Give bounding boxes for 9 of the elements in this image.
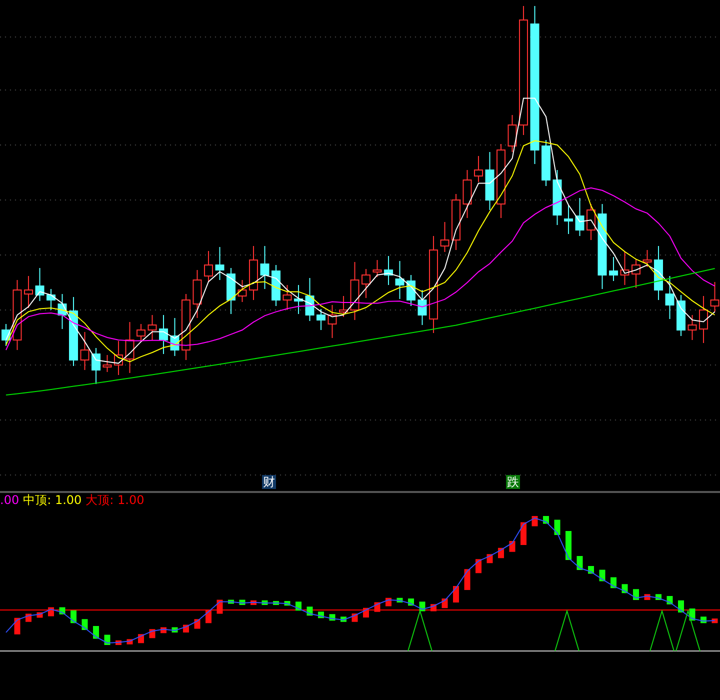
- legend-item: 中顶: 1.00: [23, 492, 82, 508]
- peak-signal-marker: [650, 609, 674, 652]
- legend-item: .00: [0, 492, 20, 508]
- event-marker: 财: [262, 475, 276, 489]
- peak-signal-marker: [676, 609, 700, 652]
- peak-signal-marker: [554, 609, 580, 652]
- event-marker: 跌: [506, 475, 520, 489]
- legend-item: 大顶: 1.00: [86, 492, 144, 508]
- peak-signal-marker: [408, 609, 432, 652]
